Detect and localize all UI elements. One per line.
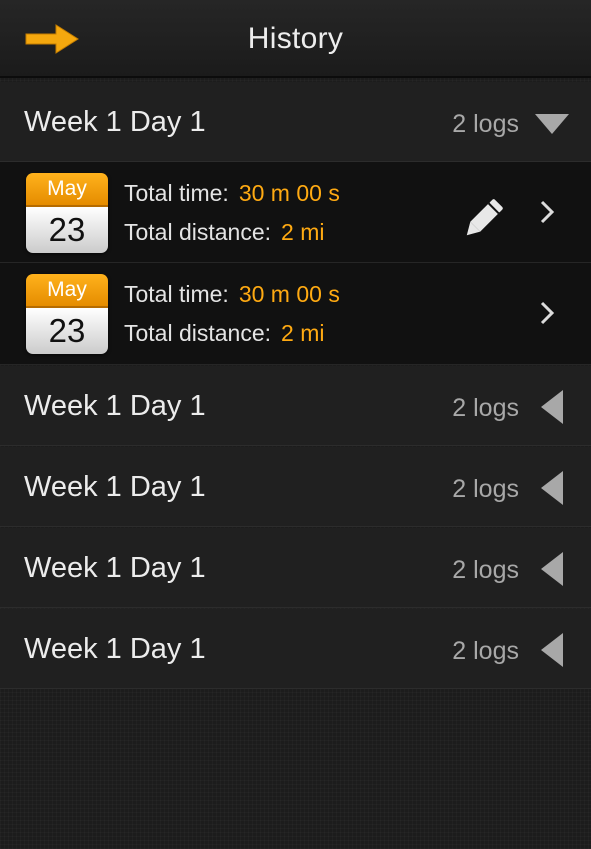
total-distance-label: Total distance: — [124, 320, 272, 346]
calendar-month: May — [26, 274, 108, 308]
log-entry[interactable]: May 23 Total time: 30 m 00 s Total distan… — [0, 162, 591, 263]
calendar-icon: May 23 — [26, 274, 108, 354]
total-distance-line: Total distance: 2 mi — [124, 320, 324, 347]
triangle-down-icon — [535, 114, 569, 134]
group-header-week1-day1[interactable]: Week 1 Day 1 2 logs — [0, 528, 591, 608]
chevron-right-icon — [540, 200, 555, 224]
triangle-left-icon — [541, 552, 563, 586]
group-log-count: 2 logs — [452, 637, 519, 665]
group-log-count: 2 logs — [452, 556, 519, 584]
group-log-count: 2 logs — [452, 394, 519, 422]
page-title: History — [247, 22, 344, 55]
group-header-week1-day1[interactable]: Week 1 Day 1 2 logs — [0, 366, 591, 446]
nav-bar: History — [0, 0, 591, 78]
log-entry[interactable]: May 23 Total time: 30 m 00 s Total distan… — [0, 263, 591, 365]
total-distance-value: 2 mi — [281, 320, 325, 346]
total-distance-label: Total distance: — [124, 219, 272, 245]
group-title: Week 1 Day 1 — [24, 390, 206, 422]
group-title: Week 1 Day 1 — [24, 552, 206, 584]
group-title: Week 1 Day 1 — [24, 633, 206, 665]
chevron-right-icon — [540, 301, 555, 325]
triangle-left-icon — [541, 633, 563, 667]
group-header-week1-day1[interactable]: Week 1 Day 1 2 logs — [0, 447, 591, 527]
calendar-day: 23 — [26, 308, 108, 354]
edit-button[interactable] — [464, 192, 512, 236]
calendar-day: 23 — [26, 207, 108, 253]
group-header-week1-day1[interactable]: Week 1 Day 1 2 logs — [0, 609, 591, 689]
total-distance-value: 2 mi — [281, 219, 325, 245]
total-distance-line: Total distance: 2 mi — [124, 219, 324, 246]
pencil-icon — [466, 199, 503, 236]
calendar-icon: May 23 — [26, 173, 108, 253]
calendar-month: May — [26, 173, 108, 207]
total-time-label: Total time: — [124, 281, 229, 307]
total-time-label: Total time: — [124, 180, 229, 206]
group-title: Week 1 Day 1 — [24, 471, 206, 503]
group-log-count: 2 logs — [452, 110, 519, 138]
total-time-value: 30 m 00 s — [238, 180, 340, 206]
total-time-line: Total time: 30 m 00 s — [124, 281, 340, 308]
group-header-week1-day1[interactable]: Week 1 Day 1 2 logs — [0, 82, 591, 162]
group-title: Week 1 Day 1 — [24, 106, 206, 138]
triangle-left-icon — [541, 390, 563, 424]
group-log-count: 2 logs — [452, 475, 519, 503]
total-time-line: Total time: 30 m 00 s — [124, 180, 340, 207]
total-time-value: 30 m 00 s — [238, 281, 340, 307]
triangle-left-icon — [541, 471, 563, 505]
